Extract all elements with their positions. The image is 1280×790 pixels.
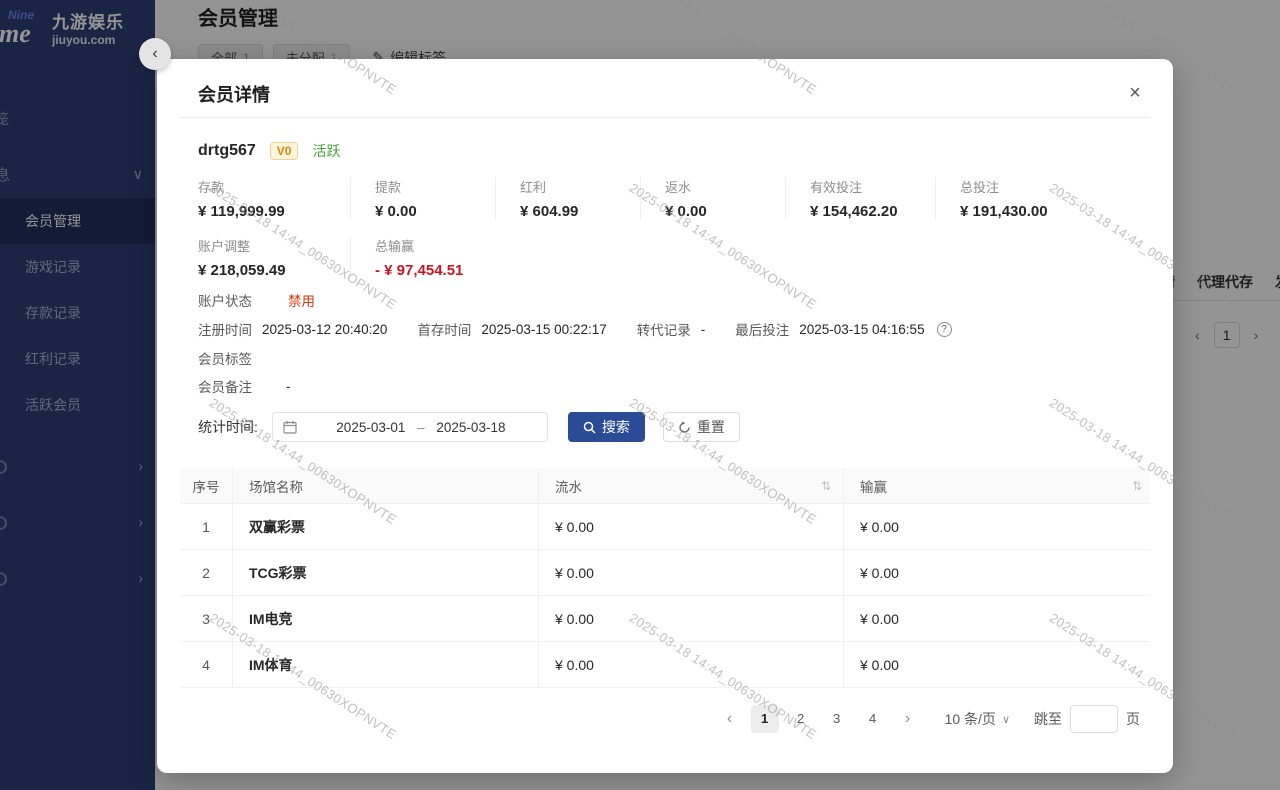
page-button-2[interactable]: 2 [787, 705, 815, 733]
stat-valid-bets: 有效投注 ¥ 154,462.20 [785, 177, 935, 220]
search-button[interactable]: 搜索 [568, 412, 645, 442]
last-bet-time: 最后投注 2025-03-15 04:16:55 ? [735, 319, 951, 339]
page-button-3[interactable]: 3 [823, 705, 851, 733]
modal-title: 会员详情 [198, 81, 270, 107]
divider [180, 117, 1150, 118]
table-row: 1 双赢彩票 ¥ 0.00 ¥ 0.00 [180, 504, 1150, 550]
member-remark-value: - [286, 379, 291, 394]
question-circle-icon[interactable]: ? [937, 322, 952, 337]
venue-stats-table: 序号 场馆名称 流水 ⇅ 输赢 ⇅ 1 双赢彩票 ¥ 0.00 ¥ 0.00 2 [180, 468, 1150, 688]
stat-withdrawal: 提款 ¥ 0.00 [350, 177, 495, 220]
reset-icon [678, 421, 691, 434]
account-status-value: 禁用 [288, 290, 315, 310]
page-size-select[interactable]: 10 条/页 ∨ [945, 709, 1010, 729]
member-activity-status: 活跃 [312, 141, 340, 161]
drawer-collapse-button[interactable]: ‹ [139, 38, 171, 70]
member-times-row: 注册时间 2025-03-12 20:40:20 首存时间 2025-03-15… [198, 319, 952, 339]
col-venue: 场馆名称 [232, 468, 538, 503]
table-row: 2 TCG彩票 ¥ 0.00 ¥ 0.00 [180, 550, 1150, 596]
stat-total-bets: 总投注 ¥ 191,430.00 [935, 177, 1132, 220]
member-remark-row: 会员备注 - [198, 376, 291, 396]
sort-icon[interactable]: ⇅ [1132, 479, 1140, 493]
member-detail-modal: 会员详情 × drtg567 V0 活跃 存款 ¥ 119,999.99 提款 … [157, 59, 1173, 773]
stat-deposit: 存款 ¥ 119,999.99 [198, 177, 350, 220]
account-status-row: 账户状态 禁用 [198, 290, 315, 310]
member-tags-row: 会员标签 [198, 348, 252, 368]
sort-icon[interactable]: ⇅ [821, 479, 829, 493]
caret-down-icon: ∨ [1002, 713, 1010, 726]
reset-button[interactable]: 重置 [663, 412, 740, 442]
date-end-value[interactable]: 2025-03-18 [436, 420, 505, 435]
date-separator: – [417, 420, 425, 435]
date-range-picker[interactable]: 2025-03-01 – 2025-03-18 [272, 412, 548, 442]
member-level-badge: V0 [270, 142, 299, 160]
close-icon[interactable]: × [1121, 79, 1149, 107]
col-winloss: 输赢 ⇅ [843, 468, 1150, 503]
filter-label: 统计时间: [198, 417, 258, 437]
next-page-icon[interactable]: › [895, 705, 921, 733]
page-button-4[interactable]: 4 [859, 705, 887, 733]
col-turnover: 流水 ⇅ [538, 468, 843, 503]
register-time: 注册时间 2025-03-12 20:40:20 [198, 319, 387, 339]
page-unit-label: 页 [1126, 709, 1140, 729]
member-stats-grid: 存款 ¥ 119,999.99 提款 ¥ 0.00 红利 ¥ 604.99 返水… [198, 177, 1132, 279]
statistics-filter-row: 统计时间: 2025-03-01 – 2025-03-18 搜索 重置 [198, 412, 740, 442]
stat-total-winloss: 总输赢 - ¥ 97,454.51 [350, 236, 495, 279]
table-row: 3 IM电竞 ¥ 0.00 ¥ 0.00 [180, 596, 1150, 642]
col-index: 序号 [180, 476, 232, 496]
jump-to-page-input[interactable] [1070, 705, 1118, 733]
calendar-icon [283, 420, 297, 434]
app-root: Nine ame 九游娱乐 jiuyou.com 笼 息 ∨ 会员管理 游戏记录… [0, 0, 1280, 790]
jump-to-label: 跳至 [1034, 709, 1062, 729]
agent-transfer-record: 转代记录 - [637, 319, 706, 339]
stat-account-adjustment: 账户调整 ¥ 218,059.49 [198, 236, 350, 279]
chevron-left-icon: ‹ [152, 45, 157, 62]
prev-page-icon[interactable]: ‹ [717, 705, 743, 733]
member-username: drtg567 [198, 142, 256, 160]
page-button-1[interactable]: 1 [751, 705, 779, 733]
stat-bonus: 红利 ¥ 604.99 [495, 177, 640, 220]
date-start-value[interactable]: 2025-03-01 [336, 420, 405, 435]
table-header: 序号 场馆名称 流水 ⇅ 输赢 ⇅ [180, 468, 1150, 504]
stat-rebate: 返水 ¥ 0.00 [640, 177, 785, 220]
table-row: 4 IM体育 ¥ 0.00 ¥ 0.00 [180, 642, 1150, 688]
first-deposit-time: 首存时间 2025-03-15 00:22:17 [417, 319, 606, 339]
search-icon [583, 421, 596, 434]
modal-pagination: ‹ 1 2 3 4 › 10 条/页 ∨ 跳至 页 [717, 705, 1140, 733]
